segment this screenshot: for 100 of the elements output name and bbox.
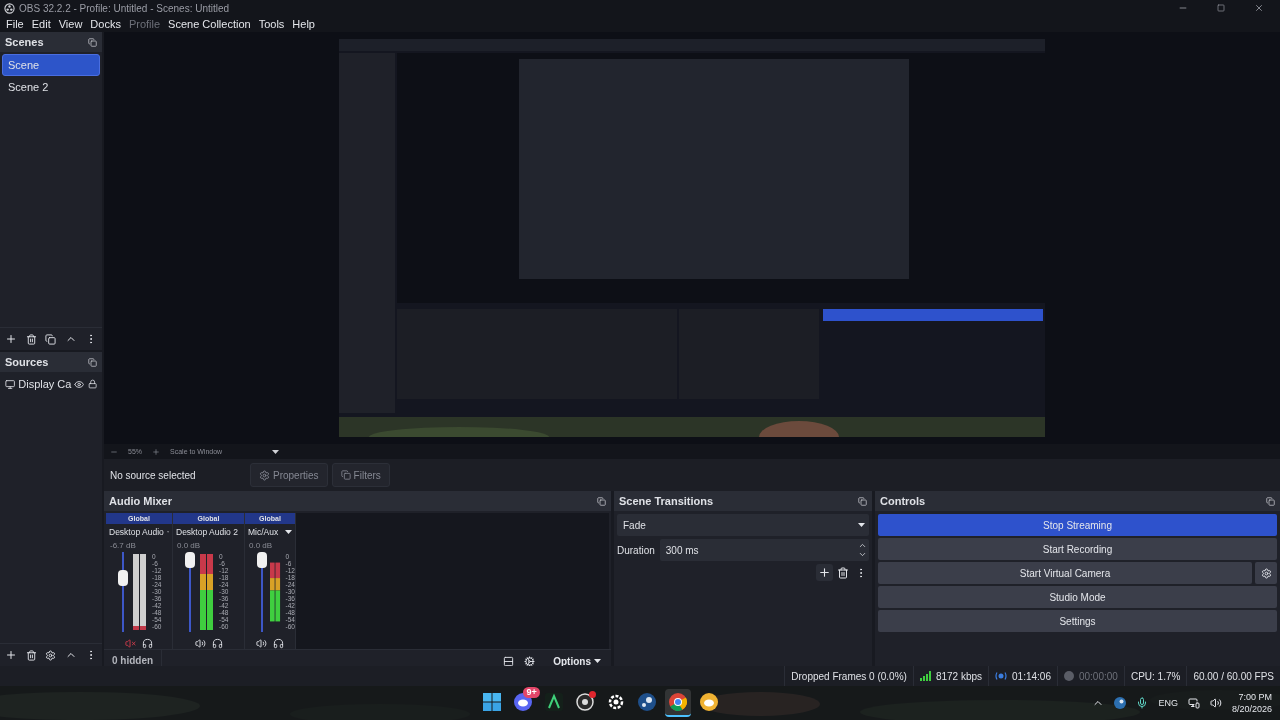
lock-icon[interactable] [87,379,97,389]
app-icon [513,693,532,711]
channel-menu-button[interactable]: Desktop Audio [106,524,172,540]
volume-slider[interactable] [118,552,128,632]
settings-button[interactable] [1255,562,1277,584]
record-time: 00:00:00 [1078,670,1118,682]
zoom-in-icon[interactable] [152,447,160,456]
filters-button[interactable] [43,331,58,347]
panel-title: Scene Transitions [619,495,714,507]
eye-icon[interactable] [74,378,85,390]
undock-icon[interactable] [1266,496,1275,506]
decrement-icon[interactable] [858,550,867,559]
menu-item[interactable]: View [54,18,87,30]
transition-select[interactable]: Fade [617,514,869,536]
menu-item[interactable]: Tools [254,18,289,30]
signal-icon [919,671,931,681]
cpu-usage: CPU: 1.7% [1130,670,1181,682]
app-icon [575,693,594,711]
app-icon [606,693,625,711]
app-icon [668,693,687,711]
source-name[interactable]: Display Ca [18,378,72,390]
clock[interactable]: 7:00 PM 8/20/2026 [1231,691,1272,715]
fps: 60.00 / 60.00 FPS [1193,670,1274,682]
slider-thumb[interactable] [118,569,128,586]
volume-slider[interactable] [257,552,265,632]
undock-icon[interactable] [88,37,97,47]
stream-time: 01:14:06 [1012,670,1051,682]
microphone-icon[interactable] [1136,697,1149,709]
clock-time: 7:00 PM [1238,691,1272,703]
increment-icon[interactable] [858,541,867,550]
control-button[interactable]: Stop Streaming [878,514,1277,536]
channel-menu-button[interactable]: Mic/Aux [245,524,295,540]
language-indicator[interactable]: ENG [1158,698,1178,708]
app-icon [637,693,656,711]
caret-icon [858,523,865,527]
gear-icon [524,655,536,667]
channel-menu-button[interactable]: Desktop Audio 2 [173,524,244,540]
speaker-icon[interactable] [256,638,267,649]
maximize-icon [1217,4,1225,12]
volume-slider[interactable] [185,552,195,632]
control-button[interactable]: Start Virtual Camera [878,562,1252,584]
gear-icon [1260,567,1272,579]
settings-button[interactable] [43,647,58,663]
menu-item[interactable]: Docks [86,18,125,30]
plus-icon [5,333,17,345]
volume-reading: 0.0 dB [248,540,274,552]
filters-button[interactable]: Filters [331,463,390,487]
gear-icon [259,469,270,481]
plus-icon [818,566,831,579]
trash-icon [837,566,849,579]
tray-app-icon[interactable] [1114,697,1127,709]
taskbar-app-button[interactable] [664,689,691,717]
headphones-icon[interactable] [142,638,153,649]
options-button[interactable]: Options [543,655,611,667]
panel-title: Controls [880,495,926,507]
control-button[interactable]: Studio Mode [878,586,1277,608]
add-button[interactable] [816,564,833,581]
filter-icon [45,333,56,345]
app-logo-icon [4,2,15,14]
caret-icon [594,659,601,663]
scene-item[interactable]: Scene 2 [2,76,100,98]
headphones-icon[interactable] [211,638,223,649]
broadcast-icon [995,671,1008,681]
slider-thumb[interactable] [257,552,267,568]
panel-title: Scenes [5,36,44,48]
duration-field[interactable]: 300 ms [659,539,869,561]
filter-icon [340,470,351,480]
advanced-settings-button[interactable] [522,653,538,669]
properties-button[interactable]: Properties [250,463,328,487]
menu-item[interactable]: Scene Collection [164,18,255,30]
volume-reading: -6.7 dB [109,540,137,552]
menu-item[interactable]: File [2,18,28,30]
caret-icon [285,530,292,534]
caret-icon[interactable] [272,449,280,454]
window-title: OBS 32.2.2 - Profile: Untitled - Scenes: Untitled [19,2,231,14]
clock-date: 8/20/2026 [1231,703,1272,715]
panel-title: Audio Mixer [109,495,172,507]
duration-label: Duration [617,544,655,556]
scene-item[interactable]: Scene [2,54,100,76]
delete-button[interactable] [835,564,851,581]
monitor-icon [5,378,16,390]
speaker-icon[interactable] [194,638,206,649]
undock-icon[interactable] [597,496,606,506]
control-button[interactable]: Start Recording [878,538,1277,560]
undock-icon[interactable] [88,357,97,367]
menu-item[interactable]: Help [288,18,319,30]
speaker-icon[interactable] [1209,697,1222,709]
panel-title: Sources [5,356,49,368]
network-icon[interactable] [1187,697,1200,709]
volume-reading: 0.0 dB [176,540,202,552]
selection-status: No source selected [110,469,197,481]
undock-icon[interactable] [858,496,867,506]
headphones-icon[interactable] [273,638,284,649]
app-icon [544,693,563,711]
control-button[interactable]: Settings [878,610,1277,632]
slider-thumb[interactable] [185,552,195,568]
app-icon [482,693,501,711]
menu-item[interactable]: Edit [27,18,55,30]
trash-icon [25,649,37,661]
plus-icon [5,649,17,661]
